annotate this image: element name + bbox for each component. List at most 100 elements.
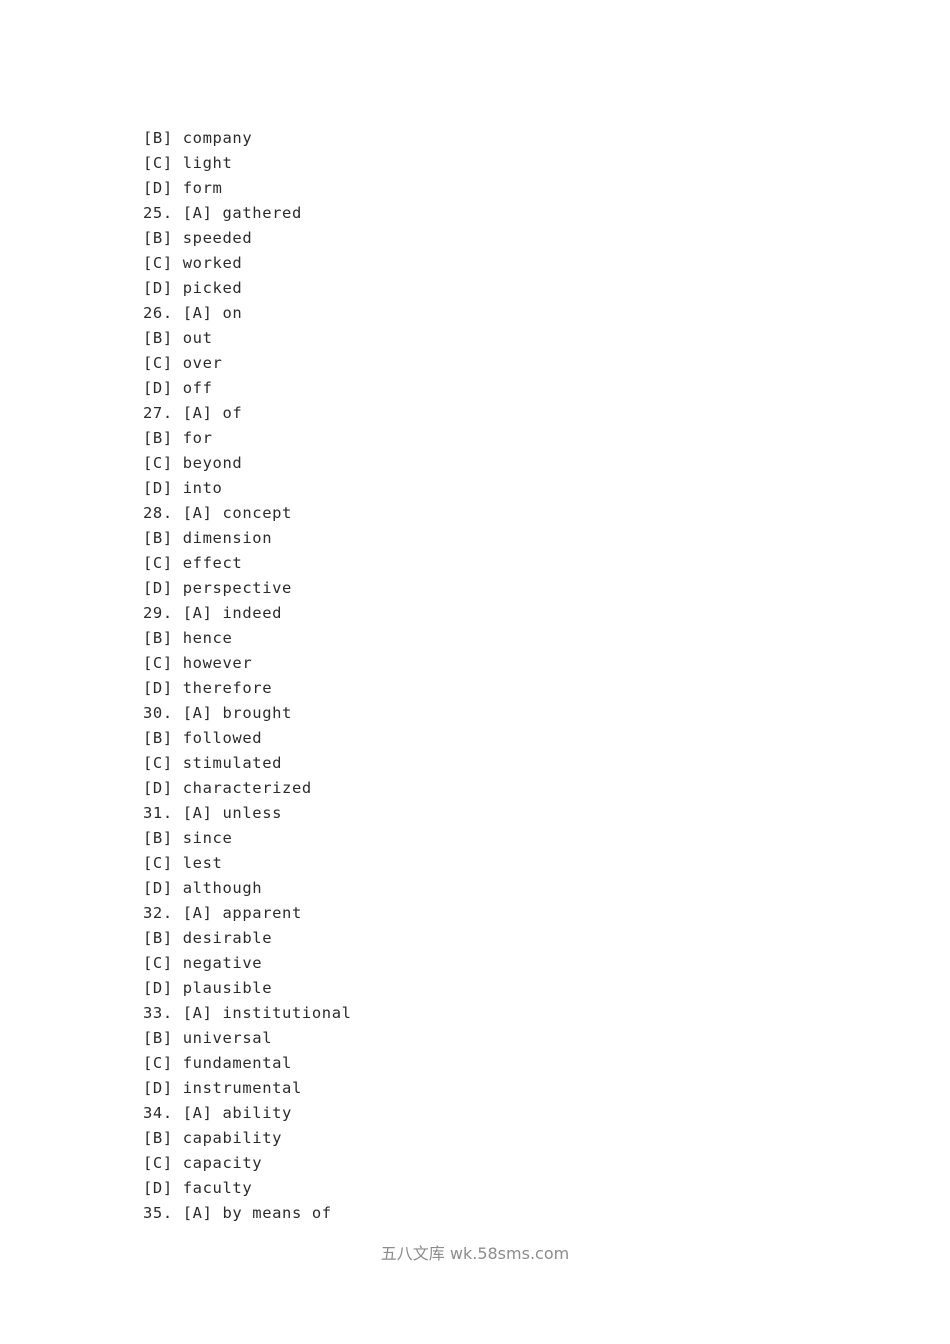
- option-letter: [A]: [182, 504, 213, 522]
- option-line[interactable]: [D] off: [143, 376, 843, 401]
- option-line[interactable]: [B] universal: [143, 1026, 843, 1051]
- option-letter: [C]: [143, 1154, 173, 1172]
- option-line[interactable]: [D] instrumental: [143, 1076, 843, 1101]
- option-text: speeded: [182, 229, 253, 247]
- option-text: unless: [222, 804, 283, 822]
- option-line[interactable]: [B] capability: [143, 1126, 843, 1151]
- option-text: by means of: [222, 1204, 332, 1222]
- option-line[interactable]: [D] faculty: [143, 1176, 843, 1201]
- option-letter: [D]: [143, 279, 173, 297]
- option-text: gathered: [222, 204, 302, 222]
- option-line[interactable]: [B] dimension: [143, 526, 843, 551]
- option-text: indeed: [222, 604, 283, 622]
- option-text: company: [182, 129, 253, 147]
- option-line[interactable]: [C] fundamental: [143, 1051, 843, 1076]
- option-line[interactable]: [D] picked: [143, 276, 843, 301]
- option-line[interactable]: [B] since: [143, 826, 843, 851]
- question-option-line[interactable]: 26. [A] on: [143, 301, 843, 326]
- option-text: desirable: [182, 929, 273, 947]
- option-text: perspective: [182, 579, 292, 597]
- option-line[interactable]: [C] stimulated: [143, 751, 843, 776]
- option-text: over: [182, 354, 223, 372]
- option-letter: [B]: [143, 629, 173, 647]
- option-letter: [B]: [143, 429, 173, 447]
- option-line[interactable]: [C] effect: [143, 551, 843, 576]
- option-line[interactable]: [D] plausible: [143, 976, 843, 1001]
- option-text: lest: [182, 854, 223, 872]
- option-letter: [D]: [143, 179, 173, 197]
- option-line[interactable]: [D] into: [143, 476, 843, 501]
- option-text: on: [222, 304, 243, 322]
- option-line[interactable]: [B] company: [143, 126, 843, 151]
- watermark: 五八文库 wk.58sms.com: [380, 1244, 570, 1263]
- option-line[interactable]: [D] form: [143, 176, 843, 201]
- option-line[interactable]: [C] negative: [143, 951, 843, 976]
- question-option-line[interactable]: 32. [A] apparent: [143, 901, 843, 926]
- option-text: worked: [182, 254, 243, 272]
- question-number: 25.: [143, 204, 173, 222]
- question-number: 29.: [143, 604, 173, 622]
- option-line[interactable]: [C] lest: [143, 851, 843, 876]
- option-line[interactable]: [D] although: [143, 876, 843, 901]
- question-option-line[interactable]: 31. [A] unless: [143, 801, 843, 826]
- option-letter: [B]: [143, 329, 173, 347]
- question-option-line[interactable]: 33. [A] institutional: [143, 1001, 843, 1026]
- option-line[interactable]: [C] beyond: [143, 451, 843, 476]
- question-number: 33.: [143, 1004, 173, 1022]
- option-line[interactable]: [B] speeded: [143, 226, 843, 251]
- option-text: stimulated: [182, 754, 283, 772]
- option-text: faculty: [182, 1179, 253, 1197]
- question-option-line[interactable]: 27. [A] of: [143, 401, 843, 426]
- question-option-line[interactable]: 34. [A] ability: [143, 1101, 843, 1126]
- option-line[interactable]: [D] characterized: [143, 776, 843, 801]
- option-letter: [D]: [143, 1179, 173, 1197]
- option-letter: [B]: [143, 929, 173, 947]
- option-letter: [B]: [143, 829, 173, 847]
- option-text: apparent: [222, 904, 302, 922]
- option-letter: [D]: [143, 1079, 173, 1097]
- option-text: for: [182, 429, 213, 447]
- option-line[interactable]: [C] over: [143, 351, 843, 376]
- question-option-line[interactable]: 25. [A] gathered: [143, 201, 843, 226]
- option-text: however: [182, 654, 253, 672]
- question-number: 26.: [143, 304, 173, 322]
- option-text: into: [182, 479, 223, 497]
- option-letter: [B]: [143, 729, 173, 747]
- question-option-line[interactable]: 29. [A] indeed: [143, 601, 843, 626]
- option-letter: [A]: [182, 204, 213, 222]
- option-letter: [B]: [143, 129, 173, 147]
- option-line[interactable]: [C] however: [143, 651, 843, 676]
- option-letter: [C]: [143, 554, 173, 572]
- option-letter: [B]: [143, 529, 173, 547]
- option-line[interactable]: [B] for: [143, 426, 843, 451]
- option-letter: [D]: [143, 979, 173, 997]
- option-text: instrumental: [182, 1079, 302, 1097]
- option-text: off: [182, 379, 213, 397]
- option-text: concept: [222, 504, 292, 522]
- option-line[interactable]: [B] out: [143, 326, 843, 351]
- option-line[interactable]: [C] worked: [143, 251, 843, 276]
- question-option-line[interactable]: 28. [A] concept: [143, 501, 843, 526]
- option-letter: [C]: [143, 654, 173, 672]
- question-option-line[interactable]: 30. [A] brought: [143, 701, 843, 726]
- option-text: brought: [222, 704, 292, 722]
- option-line[interactable]: [B] followed: [143, 726, 843, 751]
- option-line[interactable]: [C] capacity: [143, 1151, 843, 1176]
- option-letter: [A]: [182, 704, 213, 722]
- question-option-line[interactable]: 35. [A] by means of: [143, 1201, 843, 1226]
- option-letter: [A]: [182, 904, 213, 922]
- option-line[interactable]: [D] perspective: [143, 576, 843, 601]
- option-line[interactable]: [B] desirable: [143, 926, 843, 951]
- option-letter: [C]: [143, 454, 173, 472]
- option-line[interactable]: [D] therefore: [143, 676, 843, 701]
- option-text: institutional: [222, 1004, 352, 1022]
- option-text: beyond: [182, 454, 243, 472]
- option-line[interactable]: [C] light: [143, 151, 843, 176]
- option-letter: [A]: [182, 304, 213, 322]
- option-letter: [C]: [143, 954, 173, 972]
- option-line[interactable]: [B] hence: [143, 626, 843, 651]
- option-text: followed: [182, 729, 263, 747]
- option-letter: [C]: [143, 354, 173, 372]
- answer-options-list: [B] company [C] light [D] form 25. [A] gath…: [143, 126, 843, 1226]
- option-text: negative: [182, 954, 263, 972]
